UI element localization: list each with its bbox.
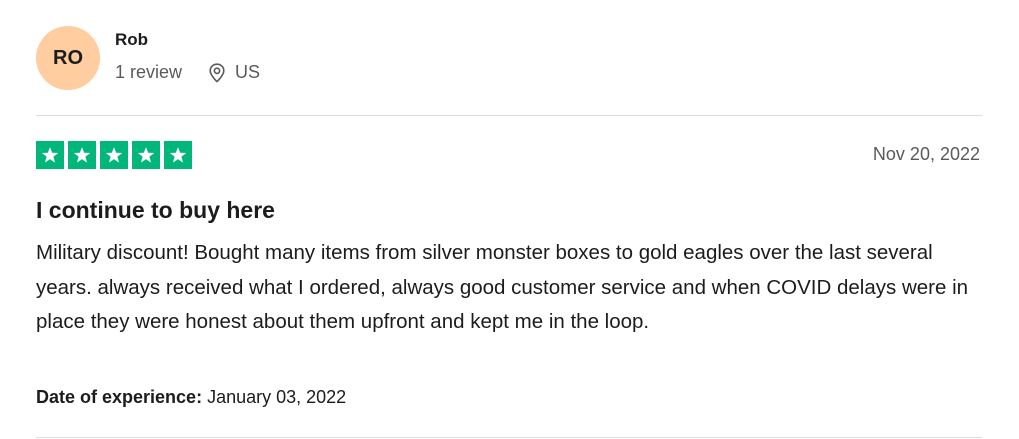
map-pin-icon [209, 62, 225, 82]
avatar[interactable]: RO [36, 26, 100, 90]
star-icon [164, 141, 192, 169]
consumer-location: US [208, 62, 260, 83]
star-icon [100, 141, 128, 169]
date-of-experience: Date of experience: January 03, 2022 [36, 387, 346, 408]
consumer-name[interactable]: Rob [115, 30, 148, 50]
star-icon [36, 141, 64, 169]
footer-divider [36, 437, 982, 438]
star-rating [36, 141, 192, 169]
review-card: RO Rob 1 review US Nov 20, 2022 I contin… [36, 0, 982, 439]
experience-label: Date of experience: [36, 387, 203, 407]
avatar-initials: RO [53, 46, 83, 69]
review-text: Military discount! Bought many items fro… [36, 241, 969, 333]
location-label: US [235, 62, 261, 82]
consumer-meta: 1 review US [115, 62, 260, 83]
star-icon [132, 141, 160, 169]
star-icon [68, 141, 96, 169]
review-title[interactable]: I continue to buy here [36, 197, 275, 224]
review-count: 1 review [115, 62, 183, 82]
review-date: Nov 20, 2022 [872, 144, 980, 164]
consumer-profile[interactable]: RO Rob 1 review US [36, 26, 260, 90]
header-divider [36, 115, 982, 116]
experience-date: January 03, 2022 [207, 387, 347, 407]
